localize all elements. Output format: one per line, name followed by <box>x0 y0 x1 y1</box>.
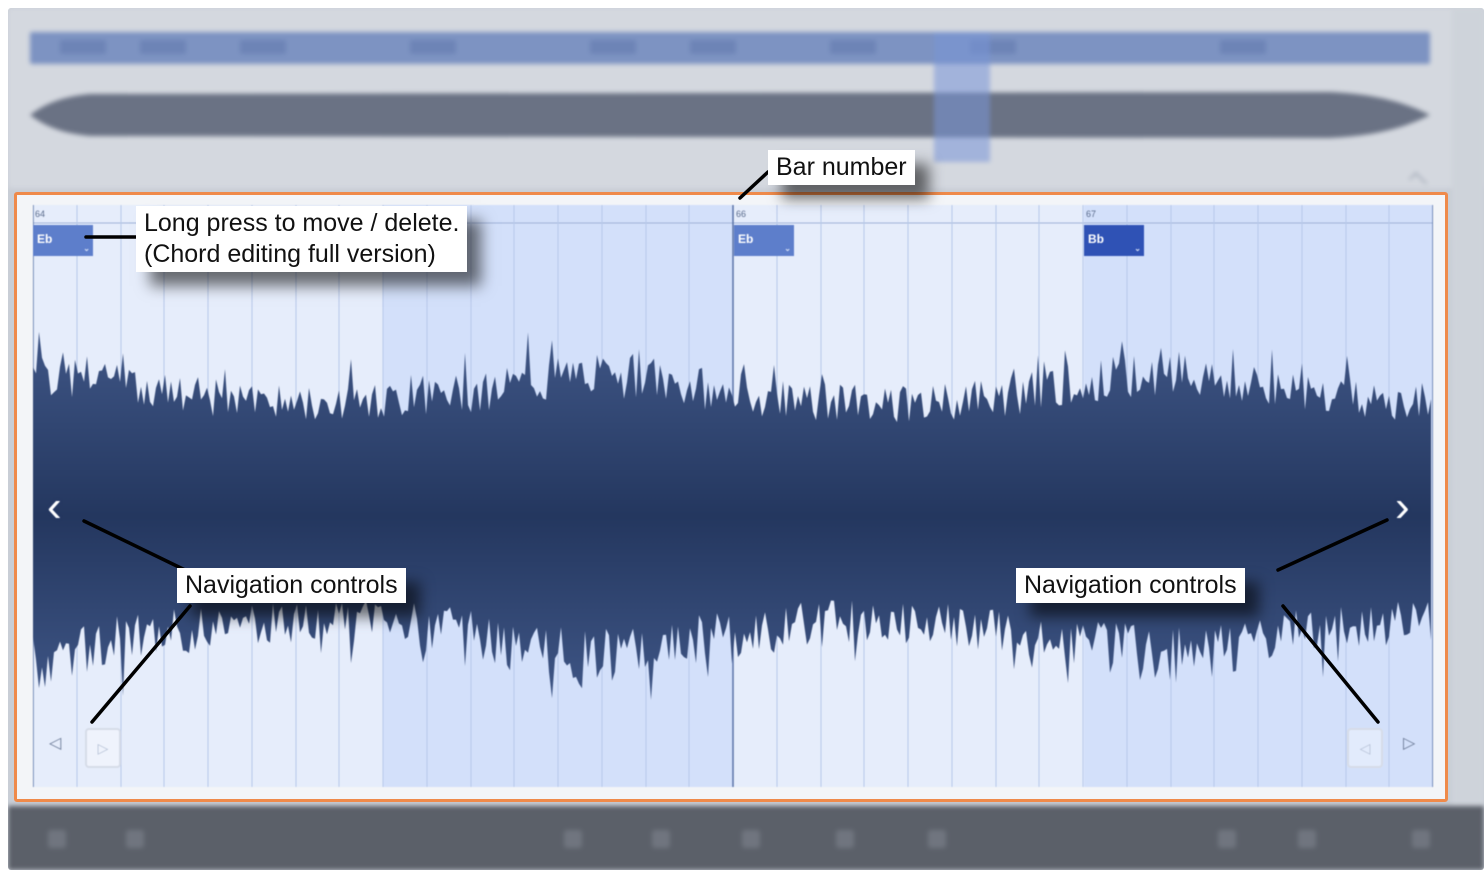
bar-number: 67 <box>1086 209 1097 219</box>
rewind-button[interactable] <box>564 830 582 848</box>
callout-text: Long press to move / delete. <box>144 209 460 237</box>
chord-label: Eb <box>738 232 754 246</box>
chevron-down-icon[interactable]: ⌄ <box>83 244 90 253</box>
triangle-right-icon[interactable]: ▷ <box>1403 733 1415 753</box>
record-button[interactable] <box>836 830 854 848</box>
overview-chord-strip[interactable] <box>30 32 1430 64</box>
overview-waveform <box>30 92 1430 138</box>
callout-text: Bar number <box>776 153 907 181</box>
loop-button[interactable] <box>928 830 946 848</box>
waveform-editor-frame: 64 66 67 Eb ⌄ Eb ⌄ Bb ⌄ ‹ › ◁ ▷ ◁ ▷ <box>14 192 1448 802</box>
waveform-editor[interactable]: 64 66 67 Eb ⌄ Eb ⌄ Bb ⌄ ‹ › ◁ ▷ ◁ ▷ <box>33 205 1433 787</box>
chord-chip[interactable]: Bb ⌄ <box>1084 225 1144 256</box>
more-button[interactable] <box>1412 830 1430 848</box>
bar-number: 66 <box>736 209 747 219</box>
collapse-icon[interactable] <box>1408 171 1428 191</box>
callout-bar-number: Bar number <box>768 150 915 185</box>
step-forward-button[interactable]: ▷ <box>85 728 121 768</box>
callout-long-press: Long press to move / delete. (Chord edit… <box>136 206 468 272</box>
bar-number: 64 <box>35 209 46 219</box>
triangle-left-icon[interactable]: ◁ <box>49 733 61 753</box>
transport-bar <box>8 806 1484 870</box>
tool-button[interactable] <box>126 830 144 848</box>
overview-selection[interactable] <box>934 32 990 162</box>
chord-chip[interactable]: Eb ⌄ <box>734 225 794 256</box>
menu-button[interactable] <box>48 830 66 848</box>
step-back-button[interactable]: ◁ <box>1347 728 1383 768</box>
play-button[interactable] <box>742 830 760 848</box>
waveform <box>33 205 1433 787</box>
chevron-left-icon[interactable]: ‹ <box>47 485 62 529</box>
callout-text: Navigation controls <box>185 571 398 599</box>
chevron-down-icon[interactable]: ⌄ <box>784 244 791 253</box>
callout-nav-left: Navigation controls <box>177 568 406 603</box>
chord-label: Bb <box>1088 232 1104 246</box>
callout-text: Navigation controls <box>1024 571 1237 599</box>
chord-chip[interactable]: Eb ⌄ <box>33 225 93 256</box>
option-button-1[interactable] <box>1218 830 1236 848</box>
chevron-right-icon[interactable]: › <box>1395 485 1410 529</box>
callout-nav-right: Navigation controls <box>1016 568 1245 603</box>
stop-button[interactable] <box>652 830 670 848</box>
side-panel <box>1452 8 1484 808</box>
chevron-down-icon[interactable]: ⌄ <box>1134 244 1141 253</box>
song-overview[interactable] <box>8 8 1484 191</box>
option-button-2[interactable] <box>1298 830 1316 848</box>
callout-text: (Chord editing full version) <box>144 240 436 268</box>
chord-label: Eb <box>37 232 53 246</box>
